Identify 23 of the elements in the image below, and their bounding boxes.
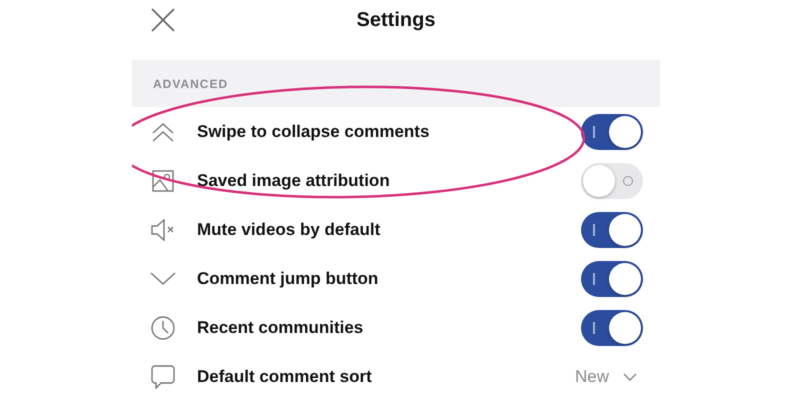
setting-label: Comment jump button <box>197 268 380 288</box>
sort-dropdown[interactable]: New <box>574 366 643 386</box>
screen-title: Settings <box>356 8 436 32</box>
chevron-down-icon <box>623 372 637 380</box>
toggle-switch[interactable] <box>581 162 643 198</box>
clock-icon <box>151 316 175 340</box>
setting-label: Saved image attribution <box>197 170 391 190</box>
image-icon <box>152 170 174 192</box>
chevrons-up-icon <box>151 120 175 142</box>
setting-label: Mute videos by default <box>197 220 382 240</box>
close-icon <box>149 6 177 34</box>
speech-bubble-icon <box>151 364 175 388</box>
setting-label: Swipe to collapse comments <box>197 122 430 142</box>
chevron-down-icon <box>150 272 176 286</box>
muted-speaker-icon <box>150 218 176 242</box>
toggle-switch[interactable] <box>581 114 643 150</box>
setting-label: Recent communities <box>197 318 364 338</box>
close-button[interactable] <box>149 6 177 34</box>
toggle-switch[interactable] <box>581 212 643 248</box>
section-title: ADVANCED <box>153 76 228 90</box>
toggle-switch[interactable] <box>581 310 643 346</box>
setting-label: Default comment sort <box>197 366 373 386</box>
toggle-switch[interactable] <box>581 260 643 296</box>
